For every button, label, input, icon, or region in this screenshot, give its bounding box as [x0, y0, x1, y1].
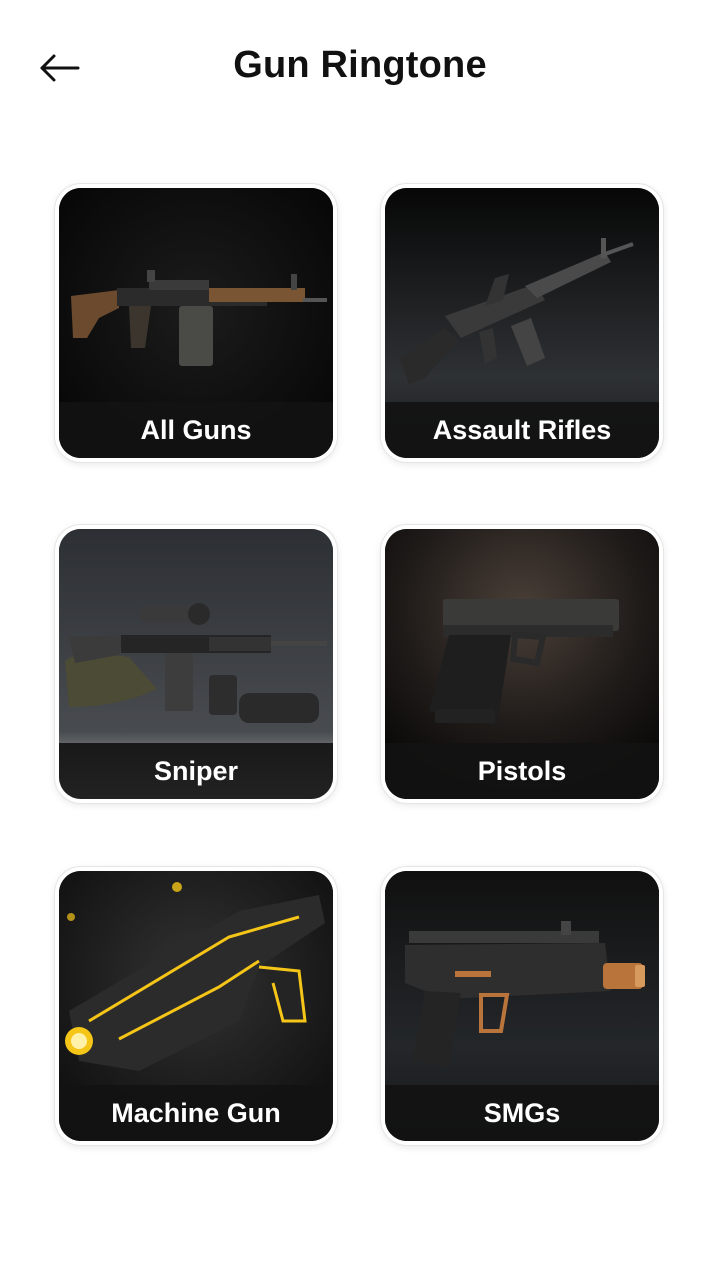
category-card-assault-rifles[interactable]: Assault Rifles — [381, 184, 663, 462]
category-label: Sniper — [153, 755, 239, 786]
category-card-machine-gun[interactable]: Machine Gun — [55, 867, 337, 1145]
category-label: Assault Rifles — [432, 414, 612, 445]
category-card-pistols[interactable]: Pistols — [381, 525, 663, 803]
category-label: Pistols — [477, 755, 567, 786]
page-title: Gun Ringtone — [233, 44, 487, 86]
category-card-sniper[interactable]: Sniper — [55, 525, 337, 803]
category-label: All Guns — [140, 414, 252, 445]
category-label: SMGs — [483, 1097, 561, 1128]
category-label: Machine Gun — [111, 1097, 281, 1128]
category-card-smgs[interactable]: SMGs — [381, 867, 663, 1145]
category-card-all-guns[interactable]: All Guns — [55, 184, 337, 462]
app-header: Gun Ringtone — [0, 0, 720, 136]
